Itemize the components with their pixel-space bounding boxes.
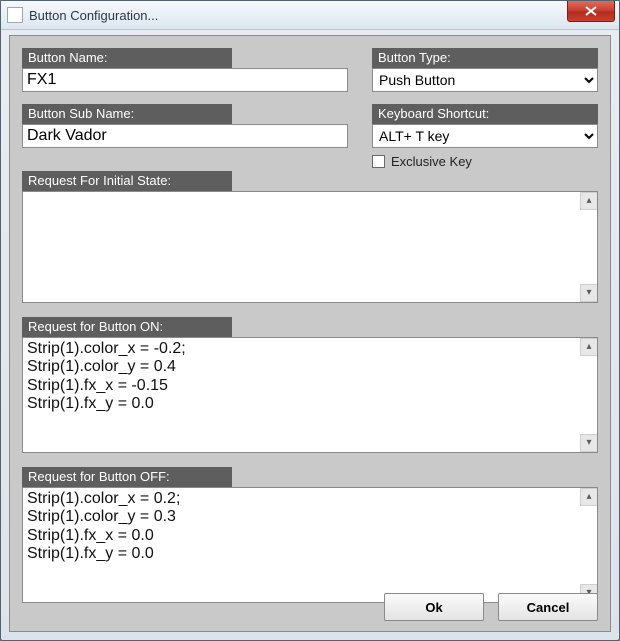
app-icon bbox=[7, 7, 23, 23]
scroll-down-icon[interactable]: ▾ bbox=[580, 434, 597, 452]
request-initial-content bbox=[23, 192, 597, 196]
request-off-label: Request for Button OFF: bbox=[22, 467, 232, 487]
request-on-label: Request for Button ON: bbox=[22, 317, 232, 337]
request-initial-textarea[interactable]: ▴ ▾ bbox=[22, 191, 598, 303]
keyboard-shortcut-select[interactable]: ALT+ T key bbox=[372, 124, 598, 148]
close-button[interactable] bbox=[567, 1, 615, 22]
cancel-button[interactable]: Cancel bbox=[498, 593, 598, 621]
keyboard-shortcut-label: Keyboard Shortcut: bbox=[372, 104, 598, 124]
ok-button[interactable]: Ok bbox=[384, 593, 484, 621]
request-off-content: Strip(1).color_x = 0.2; Strip(1).color_y… bbox=[23, 488, 597, 566]
window-title: Button Configuration... bbox=[29, 8, 158, 23]
request-initial-section: Request For Initial State: ▴ ▾ bbox=[22, 171, 598, 303]
request-on-section: Request for Button ON: Strip(1).color_x … bbox=[22, 317, 598, 453]
exclusive-key-row[interactable]: Exclusive Key bbox=[372, 154, 598, 169]
scroll-down-icon[interactable]: ▾ bbox=[580, 284, 597, 302]
button-type-label: Button Type: bbox=[372, 48, 598, 68]
dialog-body: Button Name: Button Sub Name: Button Typ… bbox=[9, 35, 611, 632]
button-name-label: Button Name: bbox=[22, 48, 232, 68]
close-icon bbox=[585, 6, 597, 16]
button-type-block: Button Type: Push Button bbox=[372, 48, 598, 92]
scroll-up-icon[interactable]: ▴ bbox=[580, 192, 597, 210]
dialog-footer: Ok Cancel bbox=[384, 593, 598, 621]
exclusive-key-checkbox[interactable] bbox=[372, 155, 385, 168]
button-type-select[interactable]: Push Button bbox=[372, 68, 598, 92]
scroll-up-icon[interactable]: ▴ bbox=[580, 338, 597, 356]
button-sub-name-block: Button Sub Name: bbox=[22, 104, 348, 148]
dialog-window: Button Configuration... Button Name: But… bbox=[0, 0, 620, 641]
button-name-block: Button Name: bbox=[22, 48, 348, 92]
exclusive-key-label: Exclusive Key bbox=[391, 154, 472, 169]
request-initial-label: Request For Initial State: bbox=[22, 171, 232, 191]
scroll-up-icon[interactable]: ▴ bbox=[580, 488, 597, 506]
titlebar[interactable]: Button Configuration... bbox=[1, 1, 619, 30]
button-name-input[interactable] bbox=[22, 68, 348, 92]
request-off-section: Request for Button OFF: Strip(1).color_x… bbox=[22, 467, 598, 603]
request-on-textarea[interactable]: Strip(1).color_x = -0.2; Strip(1).color_… bbox=[22, 337, 598, 453]
request-off-textarea[interactable]: Strip(1).color_x = 0.2; Strip(1).color_y… bbox=[22, 487, 598, 603]
keyboard-shortcut-block: Keyboard Shortcut: ALT+ T key bbox=[372, 104, 598, 148]
button-sub-name-input[interactable] bbox=[22, 124, 348, 148]
button-sub-name-label: Button Sub Name: bbox=[22, 104, 232, 124]
request-on-content: Strip(1).color_x = -0.2; Strip(1).color_… bbox=[23, 338, 597, 416]
